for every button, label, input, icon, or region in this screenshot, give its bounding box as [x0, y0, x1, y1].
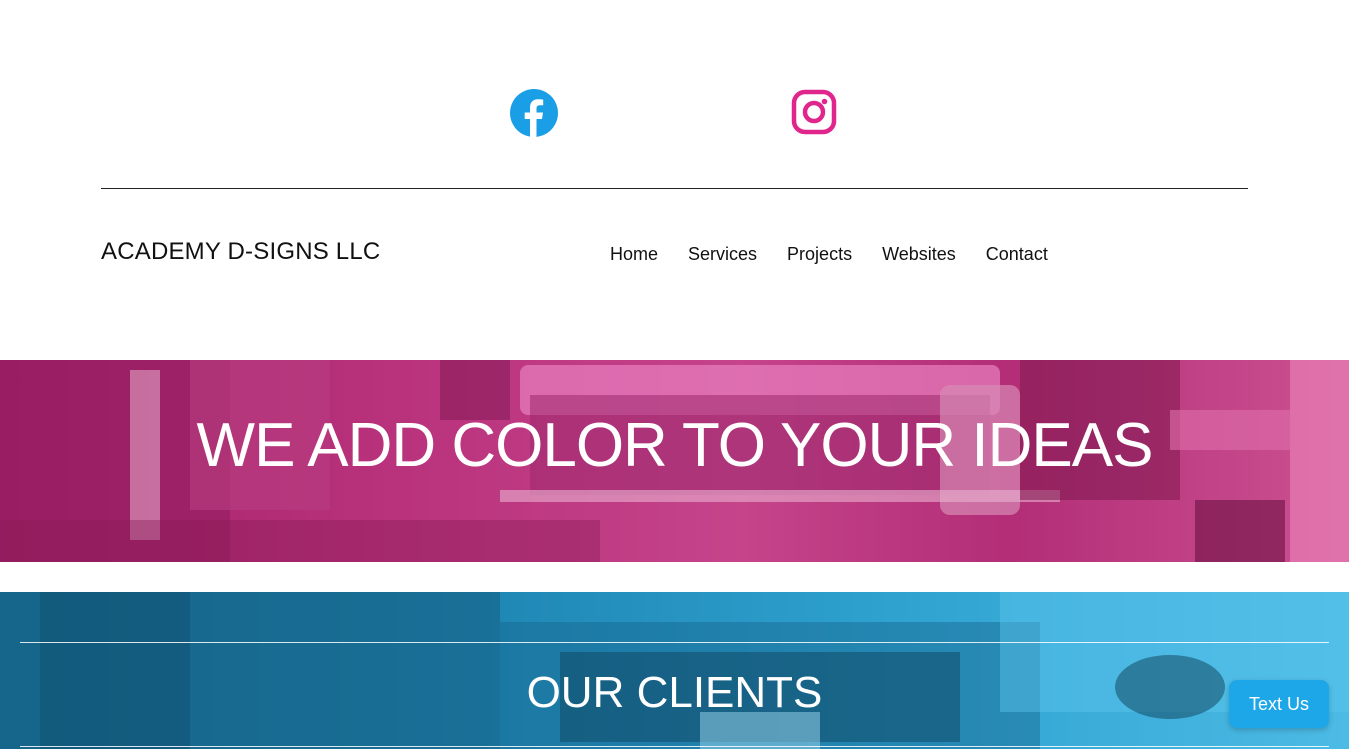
instagram-icon — [791, 89, 837, 135]
text-us-button[interactable]: Text Us — [1229, 680, 1329, 728]
nav-websites[interactable]: Websites — [882, 244, 956, 265]
main-nav: Home Services Projects Websites Contact — [610, 244, 1078, 265]
nav-services[interactable]: Services — [688, 244, 757, 265]
hero-headline: WE ADD COLOR TO YOUR IDEAS — [196, 411, 1154, 480]
facebook-link[interactable] — [509, 88, 559, 138]
header-divider — [101, 188, 1248, 189]
facebook-icon — [510, 89, 558, 137]
clients-section: OUR CLIENTS — [0, 592, 1349, 749]
nav-home[interactable]: Home — [610, 244, 658, 265]
hero-banner: WE ADD COLOR TO YOUR IDEAS — [0, 360, 1349, 562]
nav-projects[interactable]: Projects — [787, 244, 852, 265]
nav-contact[interactable]: Contact — [986, 244, 1048, 265]
clients-bottom-rule — [20, 746, 1329, 747]
clients-heading: OUR CLIENTS — [526, 668, 823, 717]
site-brand[interactable]: ACADEMY D-SIGNS LLC — [101, 238, 380, 266]
instagram-link[interactable] — [790, 88, 838, 136]
social-links — [0, 86, 1349, 140]
clients-top-rule — [20, 642, 1329, 643]
